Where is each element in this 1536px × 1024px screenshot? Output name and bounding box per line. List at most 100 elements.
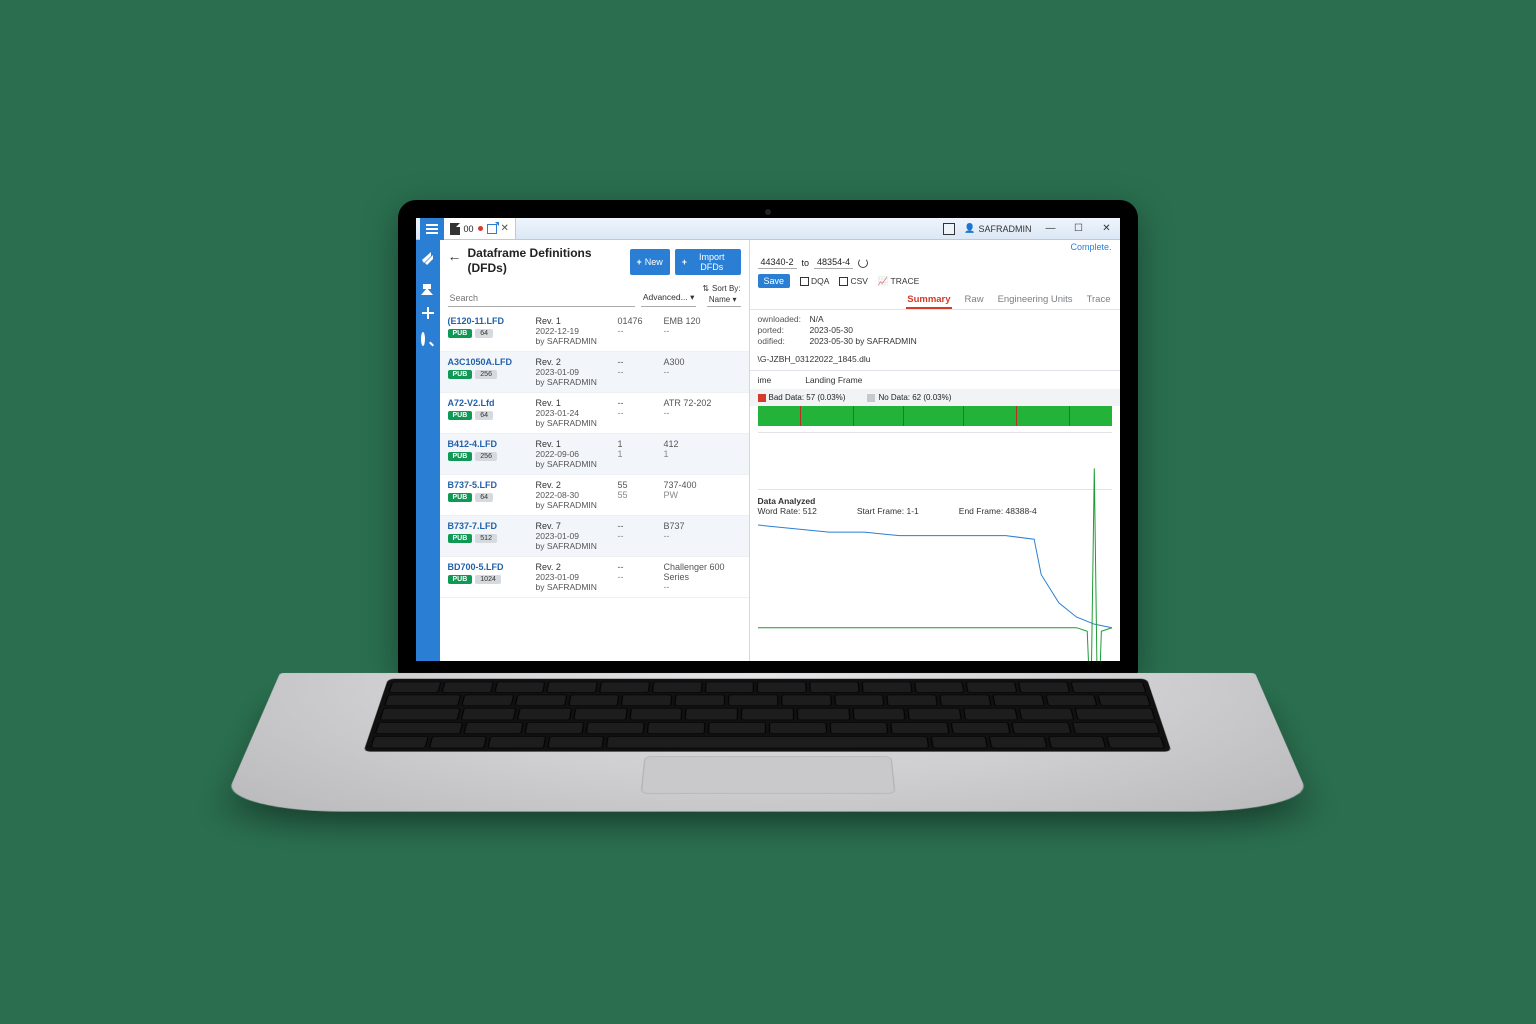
date-label: 2023-01-09: [536, 367, 612, 377]
count-badge: 64: [475, 411, 493, 420]
source-file-path: \G-JZBH_03122022_1845.dlu: [750, 351, 1120, 371]
date-label: 2023-01-09: [536, 572, 612, 582]
tab-trace[interactable]: Trace: [1086, 292, 1112, 309]
dfd-name-link[interactable]: B737-5.LFD: [448, 480, 530, 490]
user-icon: 👤: [964, 223, 975, 234]
trace-icon: 📈: [878, 276, 889, 287]
tab-raw[interactable]: Raw: [964, 292, 985, 309]
revision-label: Rev. 1: [536, 398, 612, 408]
list-item[interactable]: A3C1050A.LFDPUB256Rev. 22023-01-09by SAF…: [440, 352, 749, 393]
dfd-list[interactable]: (E120-11.LFDPUB64Rev. 12022-12-19by SAFR…: [440, 311, 749, 661]
date-label: 2023-01-24: [536, 408, 612, 418]
panel-title: Dataframe Definitions (DFDs): [468, 246, 624, 276]
sort-by-label: Sort By:: [712, 284, 740, 293]
document-tab[interactable]: 00 ✕: [444, 218, 516, 239]
list-item[interactable]: (E120-11.LFDPUB64Rev. 12022-12-19by SAFR…: [440, 311, 749, 352]
count-badge: 64: [475, 329, 493, 338]
menu-hamburger-icon[interactable]: [420, 218, 444, 240]
coverage-bar: [758, 406, 1112, 426]
tab-engineering-units[interactable]: Engineering Units: [997, 292, 1074, 309]
count-badge: 512: [475, 534, 497, 543]
sort-by-select[interactable]: Name: [707, 295, 741, 307]
dfd-name-link[interactable]: A72-V2.Lfd: [448, 398, 530, 408]
add-icon[interactable]: [421, 306, 435, 320]
bad-data-swatch-icon: [758, 394, 766, 402]
count-badge: 1024: [475, 575, 501, 584]
titlebar: 00 ✕ 👤 SAFRADMIN ― ☐ ✕: [416, 218, 1120, 240]
range-from-input[interactable]: 44340-2: [758, 256, 797, 269]
revision-label: Rev. 2: [536, 480, 612, 490]
count-badge: 256: [475, 452, 497, 461]
signal-chart: [758, 432, 1112, 490]
minimize-button[interactable]: ―: [1042, 220, 1060, 238]
author-label: by SAFRADMIN: [536, 541, 612, 551]
back-arrow-icon[interactable]: ←: [448, 246, 462, 264]
status-badge: PUB: [448, 329, 473, 338]
revision-label: Rev. 2: [536, 357, 612, 367]
refresh-icon[interactable]: [858, 258, 868, 268]
date-label: 2022-12-19: [536, 326, 612, 336]
frame-headers: ime Landing Frame: [750, 371, 1120, 389]
nav-sidebar: [416, 240, 440, 661]
close-window-button[interactable]: ✕: [1098, 220, 1116, 238]
author-label: by SAFRADMIN: [536, 582, 612, 592]
list-item[interactable]: BD700-5.LFD PUB1024 Rev. 22023-01-09by SAF…: [440, 557, 749, 598]
advanced-search-link[interactable]: Advanced...: [641, 292, 697, 307]
author-label: by SAFRADMIN: [536, 336, 612, 346]
revision-label: Rev. 1: [536, 439, 612, 449]
dfd-name-link[interactable]: B737-7.LFD: [448, 521, 530, 531]
status-badge: PUB: [448, 493, 473, 502]
document-icon: [450, 223, 460, 235]
unsaved-dot-icon: [478, 226, 483, 231]
search-icon[interactable]: [421, 334, 435, 348]
author-label: by SAFRADMIN: [536, 500, 612, 510]
dfd-list-panel: ← Dataframe Definitions (DFDs) New Impor…: [440, 240, 750, 661]
dfd-name-link[interactable]: BD700-5.LFD: [448, 562, 530, 572]
range-to-input[interactable]: 48354-4: [814, 256, 853, 269]
details-panel: Complete. 44340-2 to 48354-4 Save DQA CS…: [750, 240, 1120, 661]
revision-label: Rev. 7: [536, 521, 612, 531]
close-tab-icon[interactable]: ✕: [501, 223, 509, 234]
home-icon[interactable]: [421, 278, 435, 292]
no-data-swatch-icon: [867, 394, 875, 402]
maximize-button[interactable]: ☐: [1070, 220, 1088, 238]
count-badge: 256: [475, 370, 497, 379]
metadata-block: ownloaded:N/A ported:2023-05-30 odified:…: [750, 310, 1120, 351]
author-label: by SAFRADMIN: [536, 418, 612, 428]
status-badge: PUB: [448, 452, 473, 461]
export-dqa-button[interactable]: DQA: [800, 276, 829, 286]
detail-tabs: Summary Raw Engineering Units Trace: [750, 288, 1120, 310]
search-input[interactable]: [448, 290, 635, 307]
count-badge: 64: [475, 493, 493, 502]
open-external-icon[interactable]: [487, 224, 497, 234]
trace-button[interactable]: 📈TRACE: [878, 276, 919, 287]
status-badge: PUB: [448, 575, 473, 584]
list-item[interactable]: B737-5.LFDPUB64Rev. 22022-08-30by SAFRAD…: [440, 475, 749, 516]
list-item[interactable]: B737-7.LFDPUB512Rev. 72023-01-09by SAFRA…: [440, 516, 749, 557]
status-badge: PUB: [448, 411, 473, 420]
csv-icon: [839, 277, 848, 286]
import-dfds-button[interactable]: Import DFDs: [675, 249, 741, 275]
sort-icon[interactable]: ⇅: [702, 284, 709, 293]
status-badge: PUB: [448, 370, 473, 379]
status-badge: PUB: [448, 534, 473, 543]
list-item[interactable]: A72-V2.Lfd PUB64 Rev. 12023-01-24by SAFRAD…: [440, 393, 749, 434]
revision-label: Rev. 2: [536, 562, 612, 572]
data-quality-legend: Bad Data: 57 (0.03%) No Data: 62 (0.03%): [750, 389, 1120, 406]
range-to-label: to: [802, 258, 810, 268]
restore-windows-icon[interactable]: [944, 224, 954, 234]
export-csv-button[interactable]: CSV: [839, 276, 867, 286]
dfd-name-link[interactable]: B412-4.LFD: [448, 439, 530, 449]
new-button[interactable]: New: [630, 249, 670, 275]
current-user[interactable]: 👤 SAFRADMIN: [964, 223, 1031, 234]
tab-summary[interactable]: Summary: [906, 292, 951, 309]
dfd-name-link[interactable]: (E120-11.LFD: [448, 316, 530, 326]
date-label: 2022-09-06: [536, 449, 612, 459]
app-logo-icon[interactable]: [421, 250, 435, 264]
tab-label: 00: [464, 224, 474, 234]
list-item[interactable]: B412-4.LFD PUB256 Rev. 12022-09-06by SAFRA…: [440, 434, 749, 475]
save-button[interactable]: Save: [758, 274, 791, 288]
dfd-name-link[interactable]: A3C1050A.LFD: [448, 357, 530, 367]
status-text: Complete.: [750, 240, 1120, 254]
author-label: by SAFRADMIN: [536, 459, 612, 469]
